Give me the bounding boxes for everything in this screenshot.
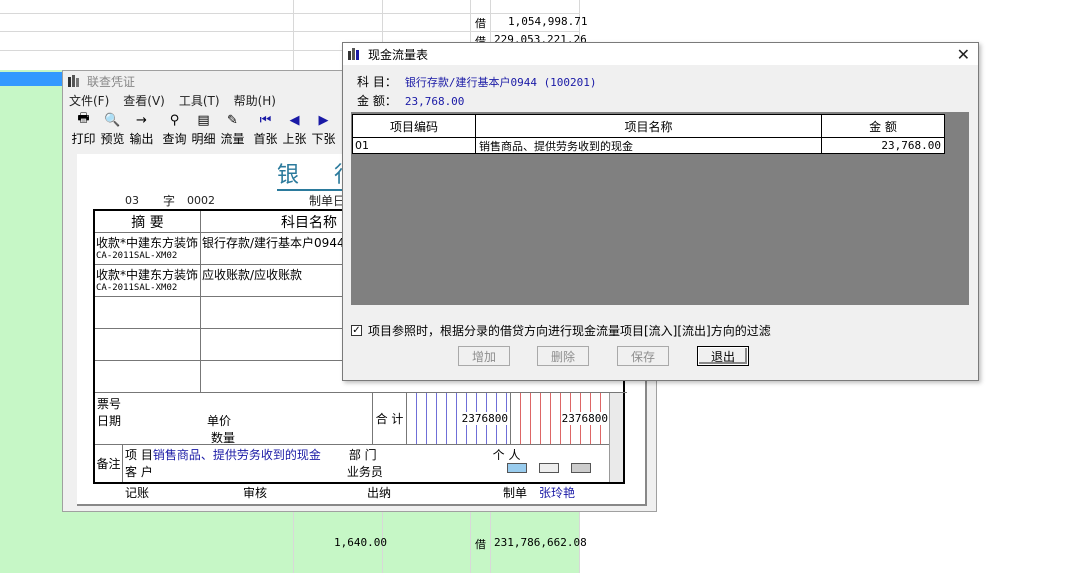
app-icon <box>348 48 359 60</box>
staff-label: 业务员 <box>346 465 383 479</box>
column-header-name: 项目名称 <box>475 114 822 138</box>
detail-button[interactable]: ▤ 明细 <box>189 111 218 147</box>
entry-summary[interactable]: 收款*中建东方装饰 CA-2011SAL-XM02 <box>95 233 201 265</box>
card-icon[interactable] <box>506 463 527 473</box>
export-button[interactable]: → 输出 <box>127 111 156 147</box>
save-button[interactable]: 保存 <box>617 346 669 366</box>
amount-value: 23,768.00 <box>404 95 465 108</box>
quantity-label: 数量 <box>211 431 236 445</box>
ledger-balance: 1,054,998.71 <box>508 15 588 28</box>
ledger-row-line <box>0 13 580 14</box>
entry-empty[interactable] <box>95 297 201 329</box>
next-icon: ▶ <box>318 112 329 128</box>
entry-empty[interactable] <box>95 329 201 361</box>
bookkeeper-label: 记账 <box>125 486 150 500</box>
menu-help[interactable]: 帮助(H) <box>234 92 276 109</box>
project-label: 项 目 <box>125 448 153 462</box>
entry-empty[interactable] <box>95 361 201 393</box>
ledger-side: 借 <box>475 17 486 30</box>
cashier-label: 出纳 <box>367 486 392 500</box>
checkbox-label: 项目参照时，根据分录的借贷方向进行现金流量项目[流入][流出]方向的过滤 <box>368 324 771 338</box>
amount-label: 金 额： <box>357 94 397 108</box>
card-icon[interactable] <box>570 463 591 473</box>
detail-icon: ▤ <box>197 112 210 128</box>
cell-name[interactable]: 销售商品、提供劳务收到的现金 <box>475 138 822 154</box>
maker-label: 制单 <box>503 486 528 500</box>
card-icon[interactable] <box>538 463 559 473</box>
subject-row: 科 目： 银行存款/建行基本户0944 (100201) <box>357 73 597 90</box>
voucher-scrollbar[interactable] <box>609 393 623 482</box>
printer-icon: 🖶 <box>77 111 90 126</box>
subject-label: 科 目： <box>357 75 397 89</box>
ledger-credit: 1,640.00 <box>334 536 387 549</box>
unit-price-label: 单价 <box>207 414 232 428</box>
ledger-side: 借 <box>475 538 486 551</box>
dept-label: 部 门 <box>348 448 377 462</box>
first-button[interactable]: ⏮ 首张 <box>251 111 280 147</box>
dialog-title-bar: 现金流量表 ✕ <box>343 43 978 65</box>
header-summary: 摘 要 <box>95 211 201 233</box>
cell-amount[interactable]: 23,768.00 <box>821 138 945 154</box>
voucher-number: 0002 <box>187 194 215 207</box>
menu-tools[interactable]: 工具(T) <box>179 92 220 109</box>
next-button[interactable]: ▶ 下张 <box>309 111 338 147</box>
voucher-type: 03 <box>125 194 139 207</box>
ticket-label: 票号 <box>97 397 122 411</box>
query-button[interactable]: ⚲ 查询 <box>160 111 189 147</box>
checkbox-icon[interactable]: ✓ <box>351 325 362 336</box>
ticket-area: 票号 日期 单价 数量 <box>95 393 373 445</box>
close-icon[interactable]: ✕ <box>957 45 970 64</box>
remark-area: 项 目 销售商品、提供劳务收到的现金 部 门 个 人 客 户 业务员 <box>123 445 611 482</box>
entry-summary[interactable]: 收款*中建东方装饰 CA-2011SAL-XM02 <box>95 265 201 297</box>
total-label: 合 计 <box>373 393 407 445</box>
app-icon <box>68 75 79 87</box>
amount-row: 金 额： 23,768.00 <box>357 92 464 109</box>
column-header-code: 项目编码 <box>352 114 476 138</box>
audit-label: 审核 <box>243 486 268 500</box>
prev-button[interactable]: ◀ 上张 <box>280 111 309 147</box>
flow-button[interactable]: ✎ 流量 <box>218 111 247 147</box>
remark-label: 备注 <box>95 445 123 482</box>
voucher-title: 联查凭证 <box>87 74 136 89</box>
export-icon: → <box>136 112 147 128</box>
ledger-balance: 231,786,662.08 <box>494 536 587 549</box>
print-button[interactable]: 🖶 打印 <box>69 111 98 147</box>
voucher-word-label: 字 <box>163 194 176 208</box>
prev-icon: ◀ <box>289 112 300 128</box>
binoculars-icon: ⚲ <box>169 112 180 128</box>
cell-code[interactable]: 01 <box>352 138 476 154</box>
cash-flow-dialog: 现金流量表 ✕ 科 目： 银行存款/建行基本户0944 (100201) 金 额：… <box>342 42 979 381</box>
customer-label: 客 户 <box>125 465 153 479</box>
date-row-label: 日期 <box>97 414 122 428</box>
menu-view[interactable]: 查看(V) <box>123 92 165 109</box>
voucher-date-label: 制单日 <box>309 194 346 208</box>
cash-flow-grid: 项目编码 项目名称 金 额 01 销售商品、提供劳务收到的现金 23,768.0… <box>351 112 969 305</box>
ledger-row-line <box>0 31 580 32</box>
dialog-title: 现金流量表 <box>368 47 429 62</box>
direction-filter-checkbox[interactable]: ✓ 项目参照时，根据分录的借贷方向进行现金流量项目[流入][流出]方向的过滤 <box>351 322 771 339</box>
menu-file[interactable]: 文件(F) <box>69 92 109 109</box>
person-label: 个 人 <box>492 448 521 462</box>
total-credit: 2376800 <box>511 393 611 445</box>
subject-value: 银行存款/建行基本户0944 (100201) <box>404 76 597 89</box>
total-debit: 2376800 <box>407 393 511 445</box>
preview-icon: 🔍 <box>104 112 121 128</box>
maker-name: 张玲艳 <box>539 486 576 500</box>
add-button[interactable]: 增加 <box>458 346 510 366</box>
column-header-amount: 金 额 <box>821 114 945 138</box>
first-icon: ⏮ <box>259 112 272 128</box>
preview-button[interactable]: 🔍 预览 <box>98 111 127 147</box>
ledger-selected-row[interactable] <box>0 72 62 86</box>
exit-button[interactable]: 退出 <box>697 346 749 366</box>
delete-button[interactable]: 删除 <box>537 346 589 366</box>
flow-icon: ✎ <box>227 112 238 128</box>
project-value[interactable]: 销售商品、提供劳务收到的现金 <box>153 446 321 463</box>
